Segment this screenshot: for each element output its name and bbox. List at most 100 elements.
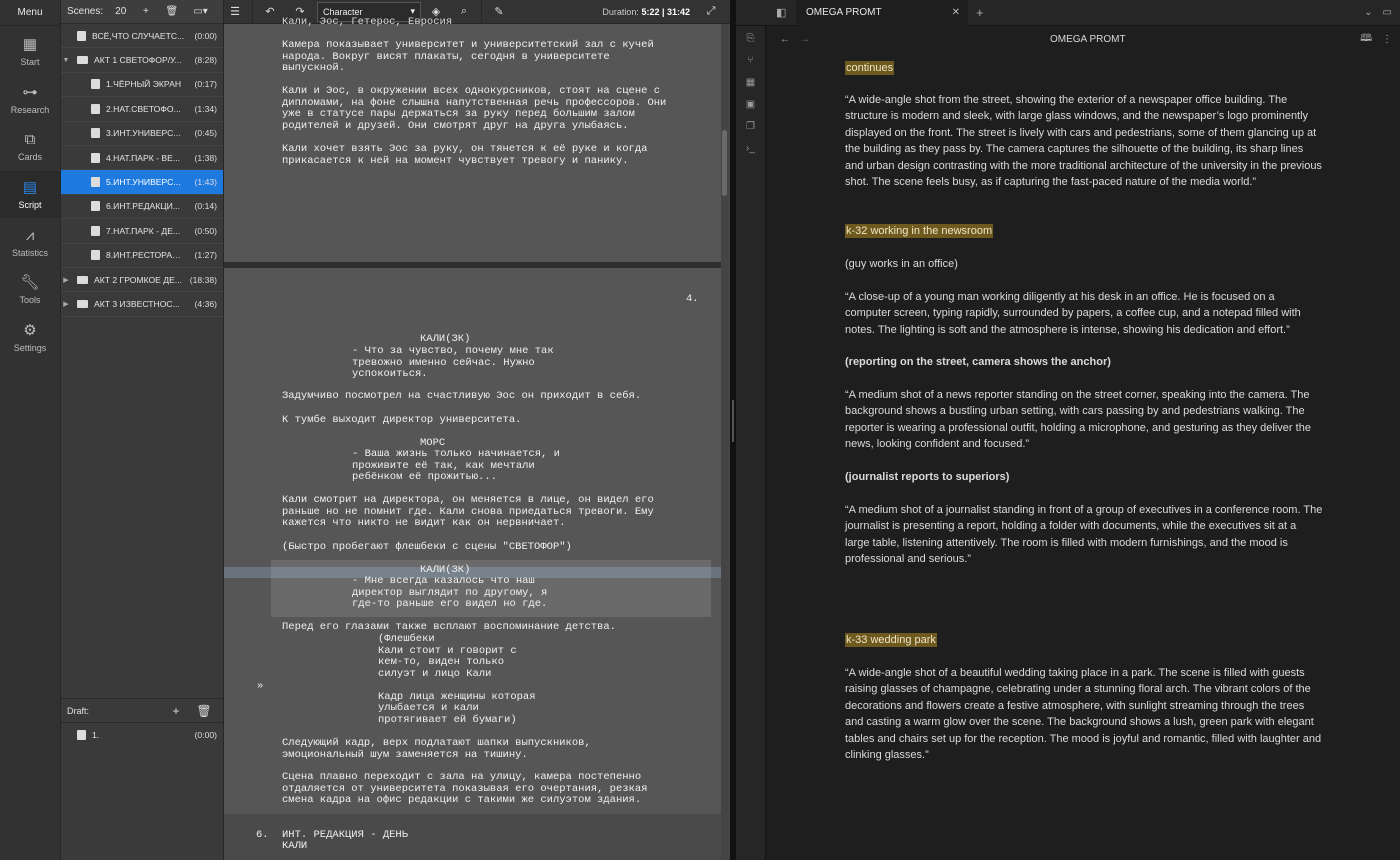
document-icon [91, 128, 100, 139]
split-handle[interactable] [732, 400, 734, 442]
document-icon [91, 201, 100, 212]
nav-research[interactable]: ⊶ Research [0, 76, 60, 124]
folder-icon [77, 275, 88, 284]
nav-cards[interactable]: ⧉ Cards [0, 123, 60, 171]
draft-toolbar: Draft: + 🗑︎ [61, 698, 223, 723]
scene-note-bold[interactable]: (journalist reports to superiors) [845, 469, 1323, 485]
script-action[interactable]: Камера показывает университет и универси… [282, 39, 654, 75]
scene-row[interactable]: 8.ИНТ.РЕСТОРАН... (1:27) [61, 244, 223, 268]
scene-note[interactable]: (guy works in an office) [845, 256, 1323, 272]
script-action[interactable]: Кали хочет взять Эос за руку, он тянется… [282, 143, 647, 167]
scenes-count: 20 [115, 6, 127, 17]
script-action[interactable]: Следующий кадр, верх подлатают шапки вып… [282, 737, 591, 761]
prompt-paragraph[interactable]: “A wide-angle shot of a beautiful weddin… [845, 665, 1323, 763]
nav-settings[interactable]: ⚙ Settings [0, 314, 60, 362]
collapsed-arrow-icon[interactable]: ▶ [61, 276, 71, 284]
graph-icon[interactable]: ⑂ [736, 50, 765, 72]
document-icon [91, 250, 100, 261]
back-icon[interactable]: ← [780, 34, 790, 45]
scene-duration: (8:28) [194, 55, 217, 66]
window-icon[interactable]: ▭ [1383, 7, 1392, 18]
highlight-continues[interactable]: continues [845, 61, 895, 75]
pen-icon[interactable]: ✎ [488, 5, 510, 18]
draft-row[interactable]: 1. (0:00) [61, 723, 223, 747]
nav-script[interactable]: ▤ Script [0, 170, 60, 219]
script-action[interactable]: Кали и Эос, в окружении всех однокурсник… [282, 85, 666, 132]
more-options-icon[interactable]: ⋮ [1382, 34, 1392, 45]
scene-row[interactable]: ВСЁ,ЧТО СЛУЧАЕТС... (0:00) [61, 24, 223, 49]
scene-row[interactable]: 4.НАТ.ПАРК - ВЕ... (1:38) [61, 146, 223, 171]
calendar-icon[interactable]: ▣ [736, 94, 765, 116]
add-scene-icon[interactable]: + [140, 6, 151, 17]
scene-name: 4.НАТ.ПАРК - ВЕ... [106, 152, 181, 163]
script-action[interactable]: Задумчиво посмотрел на счастливую Эос он… [282, 390, 641, 403]
view-mode-icon[interactable]: ▭▾ [192, 6, 209, 17]
scene-row[interactable]: 7.НАТ.ПАРК - ДЕ... (0:50) [61, 219, 223, 244]
scene-row[interactable]: 1.ЧЁРНЫЙ ЭКРАН (0:17) [61, 73, 223, 98]
prompt-paragraph[interactable]: “A wide-angle shot from the street, show… [845, 92, 1323, 190]
open-file-icon[interactable]: ⎘ [736, 28, 765, 50]
script-dialogue[interactable]: - Ваша жизнь только начинается, и прожив… [352, 448, 560, 484]
script-action[interactable]: (Быстро пробегают флешбеки с сцены "СВЕТ… [282, 541, 572, 554]
terminal-icon[interactable]: ›_ [736, 138, 765, 160]
script-parenthetical[interactable]: (Флешбеки Кали стоит и говорит с кем-то,… [378, 633, 536, 726]
undo-icon[interactable]: ↶ [259, 5, 281, 18]
menu-button[interactable]: Menu [0, 0, 60, 26]
script-character[interactable]: КАЛИ(ЗК) [420, 333, 470, 346]
canvas-icon[interactable]: ▦ [736, 72, 765, 94]
prompt-paragraph[interactable]: “A close-up of a young man working dilig… [845, 289, 1323, 338]
script-action[interactable]: Сцена плавно переходит с зала на улицу, … [282, 771, 647, 807]
expanded-arrow-icon[interactable]: ▼ [61, 57, 71, 64]
add-draft-icon[interactable]: + [167, 704, 185, 718]
new-tab-icon[interactable]: + [976, 5, 984, 20]
heading-k33[interactable]: k-33 wedding park [845, 633, 937, 647]
scene-row[interactable]: 6.ИНТ.РЕДАКЦИ... (0:14) [61, 195, 223, 220]
prompt-paragraph[interactable]: “A medium shot of a journalist standing … [845, 502, 1323, 568]
scenes-panel: Scenes: 20 + 🗑︎ ▭▾ ВСЁ,ЧТО СЛУЧАЕТС... (0… [61, 0, 224, 860]
scene-name: 2.НАТ.СВЕТОФО... [106, 103, 181, 114]
scene-row[interactable]: 3.ИНТ.УНИВЕРС... (0:45) [61, 122, 223, 146]
scene-note-bold[interactable]: (reporting on the street, camera shows t… [845, 354, 1323, 370]
forward-icon[interactable]: → [800, 34, 810, 45]
heading-k32[interactable]: k-32 working in the newsroom [845, 224, 994, 238]
tab-list-icon[interactable]: ⌄ [1364, 7, 1372, 18]
prompt-paragraph[interactable]: “A medium shot of a news reporter standi… [845, 387, 1323, 453]
scene-row[interactable]: 5.ИНТ.УНИВЕРС... (1:43) [61, 170, 223, 195]
nav-start[interactable]: ▦ Start [0, 28, 60, 76]
act-folder-row[interactable]: ▼ АКТ 1 СВЕТОФОР/У... (8:28) [61, 48, 223, 73]
script-text-cut[interactable]: Кали, Эос, Гетерос, Евросия [282, 17, 452, 26]
copy-icon[interactable]: ❐ [736, 116, 765, 138]
act-folder-row[interactable]: ▶ АКТ 2 ГРОМКОЕ ДЕ... (18:38) [61, 268, 223, 293]
script-dialogue[interactable]: - Что за чувство, почему мне так тревожн… [352, 345, 554, 381]
tab-title: OMEGA PROMT [806, 7, 882, 18]
collapsed-arrow-icon[interactable]: ▶ [61, 300, 71, 308]
draft-name: 1. [92, 730, 100, 741]
script-action[interactable]: К тумбе выходит директор университета. [282, 414, 521, 427]
tab-omega-promt[interactable]: OMEGA PROMT ✕ [796, 0, 968, 26]
outline-toggle-icon[interactable]: ☰ [224, 5, 246, 18]
document-icon [91, 225, 100, 236]
script-action[interactable]: Перед его глазами также всплают воспомин… [282, 621, 616, 634]
hierarchy-icon: ⊶ [22, 83, 38, 101]
nav-statistics[interactable]: ⩘ Statistics [0, 218, 60, 266]
scene-name: 7.НАТ.ПАРК - ДЕ... [106, 225, 181, 236]
editor-scroll-thumb[interactable] [722, 130, 727, 196]
fullscreen-icon[interactable]: ⤢ [700, 5, 722, 18]
sidebar-toggle-icon[interactable]: ◧ [776, 6, 786, 19]
trash-icon[interactable]: 🗑︎ [165, 6, 178, 17]
script-character[interactable]: КАЛИ [282, 840, 307, 853]
reading-mode-icon[interactable]: 🕮︎ [1360, 31, 1372, 48]
scene-duration: (0:50) [194, 225, 217, 236]
script-action[interactable]: Кали смотрит на директора, он меняется в… [282, 494, 654, 530]
tab-bar: ◧ OMEGA PROMT ✕ + ⌄ ▭ [736, 0, 1400, 26]
scene-row[interactable]: 2.НАТ.СВЕТОФО... (1:34) [61, 97, 223, 122]
document-icon: ▤ [22, 179, 38, 197]
scenes-toolbar: Scenes: 20 + 🗑︎ ▭▾ [61, 0, 223, 24]
close-icon[interactable]: ✕ [952, 7, 960, 18]
note-header: ← → OMEGA PROMT 🕮︎ ⋮ [766, 26, 1400, 52]
nav-tools[interactable]: 🔧︎ Tools [0, 266, 60, 314]
act-folder-row[interactable]: ▶ АКТ 3 ИЗВЕСТНОС... (4:36) [61, 292, 223, 317]
search-icon[interactable]: ⌕ [453, 5, 475, 18]
delete-draft-icon[interactable]: 🗑︎ [195, 704, 213, 718]
script-dialogue[interactable]: - Мне всегда казалось что наш директор в… [352, 575, 547, 611]
